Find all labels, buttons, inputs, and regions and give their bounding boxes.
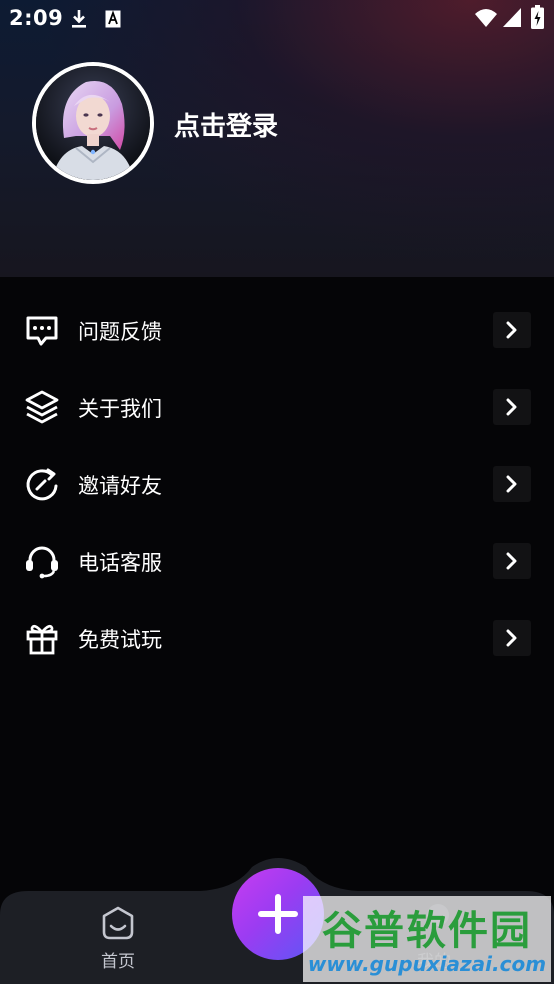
nav-home-label: 首页 [101,952,135,972]
home-face-icon [102,906,134,940]
login-text[interactable]: 点击登录 [174,106,278,143]
refresh-arrow-icon [26,468,58,501]
menu-item-about-us[interactable]: 关于我们 [0,369,554,446]
chevron-right-icon [506,321,517,339]
watermark: 谷普软件园 www.gupuxiazai.com [303,896,551,982]
a-box-icon [105,10,121,28]
menu-label: 邀请好友 [78,474,162,498]
menu-item-phone-service[interactable]: 电话客服 [0,523,554,600]
watermark-title: 谷普软件园 [322,908,532,954]
gift-icon [26,624,58,655]
nav-home[interactable]: 首页 [80,903,156,975]
chevron-right-icon [506,398,517,416]
menu-item-free-trial[interactable]: 免费试玩 [0,600,554,677]
chevron-button[interactable] [493,389,531,425]
watermark-url: www.gupuxiazai.com [307,952,547,976]
avatar-icon [36,66,150,180]
chevron-button[interactable] [493,543,531,579]
menu-item-invite-friends[interactable]: 邀请好友 [0,446,554,523]
chevron-right-icon [506,475,517,493]
chevron-button[interactable] [493,466,531,502]
feedback-chat-icon [26,316,58,346]
menu-label: 电话客服 [78,551,162,575]
plus-icon [258,894,298,934]
battery-charging-icon [531,5,544,29]
status-bar: 2:09 [0,0,554,38]
settings-menu: 问题反馈 关于我们 邀请好友 电话客服 免费试玩 [0,292,554,677]
chevron-button[interactable] [493,620,531,656]
wifi-icon [475,9,497,27]
menu-label: 关于我们 [78,397,162,421]
headset-icon [26,546,58,579]
cellular-icon [503,8,521,27]
avatar[interactable] [32,62,154,184]
chevron-right-icon [506,552,517,570]
menu-item-feedback[interactable]: 问题反馈 [0,292,554,369]
download-icon [72,10,86,28]
layers-icon [25,390,59,424]
status-time: 2:09 [9,6,64,30]
menu-label: 免费试玩 [78,628,162,652]
chevron-button[interactable] [493,312,531,348]
menu-label: 问题反馈 [78,320,162,344]
chevron-right-icon [506,629,517,647]
